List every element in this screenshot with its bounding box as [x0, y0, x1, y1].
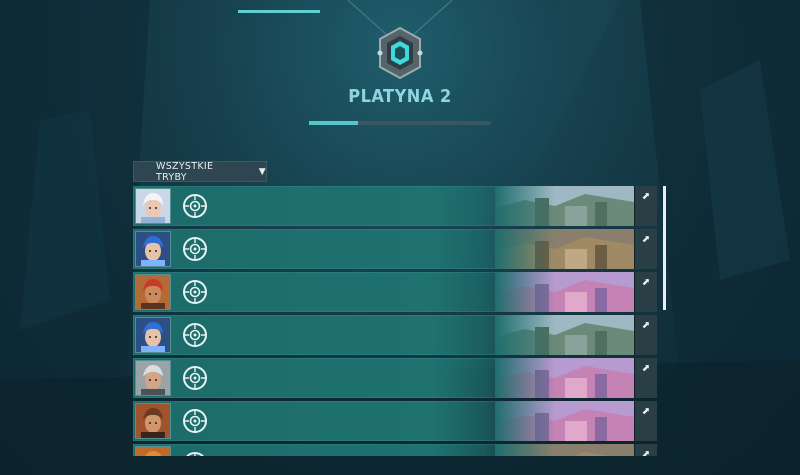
open-details-button[interactable]: ⬈ [634, 358, 657, 398]
mode-filter-dropdown[interactable]: WSZYSTKIE TRYBY ▼ [133, 160, 267, 183]
map-fade [495, 272, 555, 312]
match-row[interactable]: ⬈ [133, 358, 657, 398]
map-fade [495, 444, 555, 456]
mode-filter-label: WSZYSTKIE TRYBY [156, 160, 214, 183]
match-row[interactable]: ⬈ [133, 272, 657, 312]
match-row[interactable]: ⬈ [133, 229, 657, 269]
match-row[interactable]: ⬈ [133, 315, 657, 355]
match-row[interactable]: ⬈ [133, 186, 657, 226]
open-details-icon: ⬈ [641, 449, 651, 457]
match-row[interactable]: ⬈ [133, 444, 657, 456]
open-details-button[interactable]: ⬈ [634, 272, 657, 312]
rank-progress-bar [309, 121, 491, 125]
role-target-icon [183, 194, 207, 218]
blue-hair-champion-avatar [135, 231, 171, 267]
open-details-icon: ⬈ [641, 277, 651, 288]
open-details-icon: ⬈ [641, 363, 651, 374]
role-target-icon [183, 409, 207, 433]
open-details-icon: ⬈ [641, 406, 651, 417]
role-target-icon [183, 237, 207, 261]
match-row[interactable]: ⬈ [133, 401, 657, 441]
map-fade [495, 401, 555, 441]
rank-title: PLATYNA 2 [348, 86, 452, 107]
open-details-button[interactable]: ⬈ [634, 315, 657, 355]
orange-champion-avatar [135, 446, 171, 456]
map-fade [495, 315, 555, 355]
role-target-icon [183, 323, 207, 347]
open-details-button[interactable]: ⬈ [634, 444, 657, 456]
role-target-icon [183, 280, 207, 304]
white-hair-champion-avatar [135, 188, 171, 224]
scrollbar[interactable] [663, 186, 666, 310]
map-fade [495, 186, 555, 226]
open-details-button[interactable]: ⬈ [634, 186, 657, 226]
map-fade [495, 229, 555, 269]
rank-progress-fill [309, 121, 359, 125]
open-details-icon: ⬈ [641, 320, 651, 331]
bearded-champion-avatar [135, 403, 171, 439]
role-target-icon [183, 366, 207, 390]
match-history-list: ⬈ ⬈ ⬈ ⬈ ⬈ ⬈ ⬈ [133, 186, 657, 456]
open-details-icon: ⬈ [641, 234, 651, 245]
map-fade [495, 358, 555, 398]
open-details-button[interactable]: ⬈ [634, 229, 657, 269]
caret-down-icon: ▼ [258, 166, 266, 177]
red-bandana-champion-avatar [135, 274, 171, 310]
open-details-button[interactable]: ⬈ [634, 401, 657, 441]
silver-hair-champion-avatar [135, 360, 171, 396]
blue-hair-champion-avatar [135, 317, 171, 353]
platinum-rank-icon [377, 26, 423, 80]
open-details-icon: ⬈ [641, 191, 651, 202]
